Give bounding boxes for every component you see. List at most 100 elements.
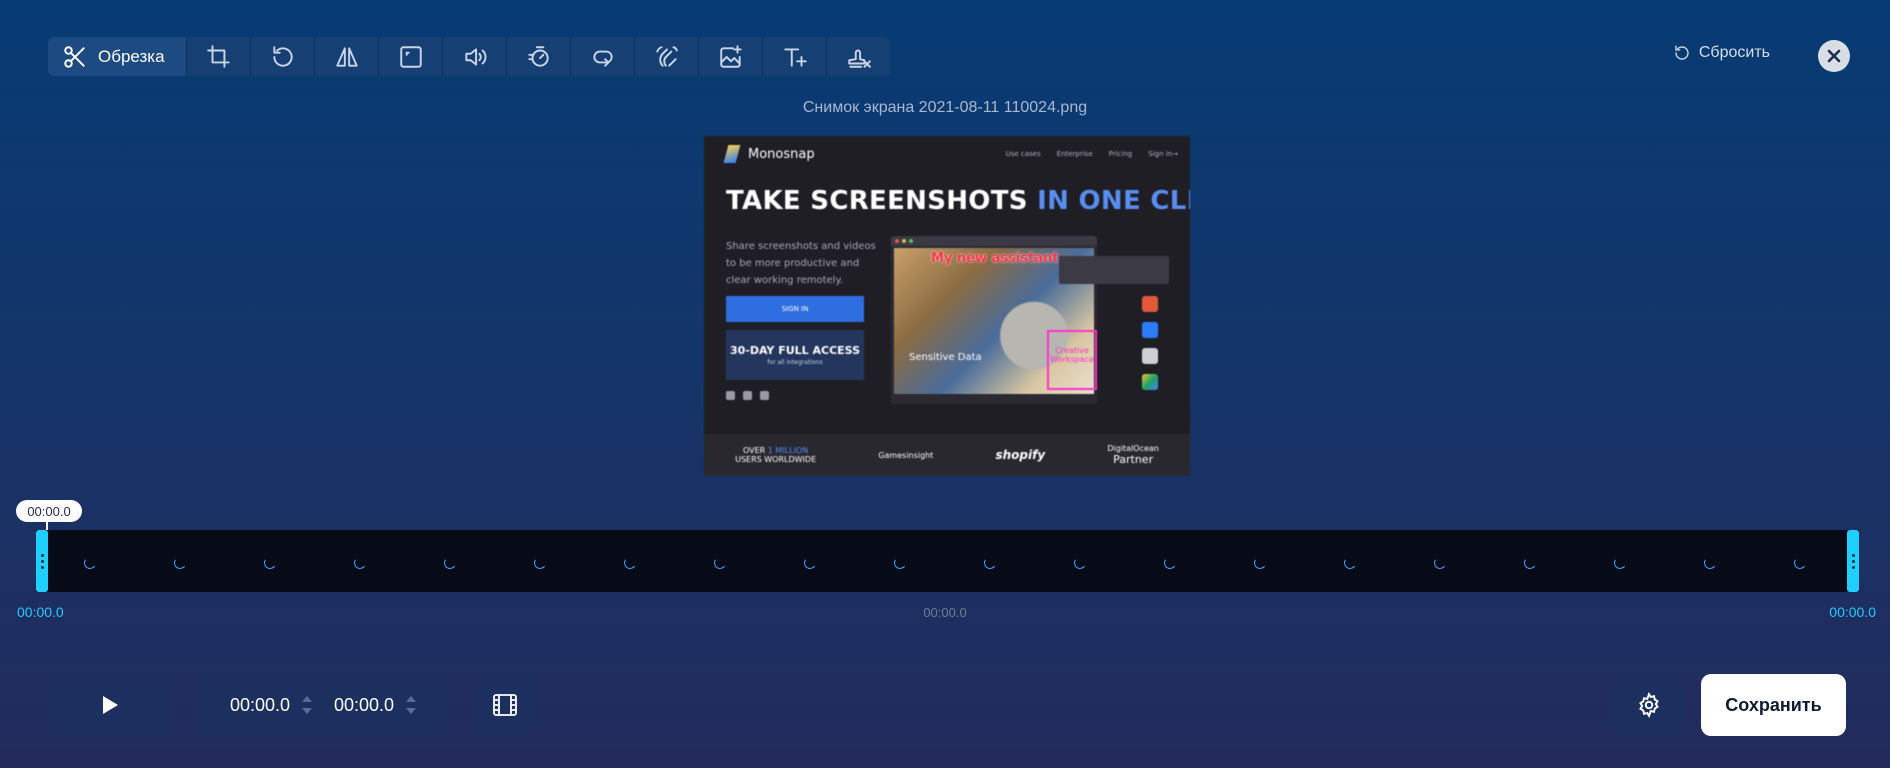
end-time-stepper[interactable]: [406, 696, 417, 714]
preview-toast: [1059, 256, 1169, 284]
tool-remove-watermark[interactable]: [826, 37, 890, 76]
volume-icon: [464, 47, 486, 66]
trim-end-handle[interactable]: [1847, 530, 1859, 592]
loading-icon: [623, 556, 637, 570]
add-text-icon: [783, 47, 807, 67]
tool-trim[interactable]: Обрезка: [48, 37, 186, 76]
timeline-mid-time: 00:00.0: [923, 605, 967, 620]
start-time-value[interactable]: 00:00.0: [230, 695, 290, 716]
tool-volume[interactable]: [442, 37, 506, 76]
preview-digitalocean: DigitalOcean Partner: [1107, 444, 1159, 466]
start-time-field[interactable]: 00:00.0: [230, 695, 312, 716]
stepper-up-icon[interactable]: [302, 696, 312, 702]
end-time-value[interactable]: 00:00.0: [334, 695, 394, 716]
loading-icon: [173, 556, 187, 570]
preview-nav-link: Sign in→: [1148, 150, 1178, 158]
tool-add-image[interactable]: [698, 37, 762, 76]
undo-icon: [1675, 45, 1689, 60]
trim-start-handle[interactable]: [36, 530, 48, 592]
preview-users: OVER 1 MILLION USERS WORLDWIDE: [735, 446, 816, 464]
preview-access-sub: for all integrations: [767, 359, 823, 366]
preview-access-box: 30-DAY FULL ACCESS for all integrations: [726, 330, 864, 380]
reset-label: Сбросить: [1698, 44, 1770, 61]
tool-flip[interactable]: [314, 37, 378, 76]
preview-app-bar: [891, 236, 1097, 246]
tool-crop[interactable]: [186, 37, 250, 76]
editor-toolbar: Обрезка: [48, 37, 890, 76]
close-icon: [1827, 49, 1841, 63]
tool-speed[interactable]: [506, 37, 570, 76]
preview-footer-million: 1 MILLION: [767, 446, 809, 455]
scissors-icon: [64, 45, 85, 68]
stepper-down-icon[interactable]: [302, 708, 312, 714]
preview-headline-part1: TAKE SCREENSHOTS: [726, 186, 1028, 216]
preview-nav-link: Pricing: [1108, 150, 1133, 158]
loading-icon: [1523, 556, 1537, 570]
loading-icon: [893, 556, 907, 570]
apple-icon: [726, 391, 735, 400]
loading-icon: [1163, 556, 1177, 570]
loading-icon: [1253, 556, 1267, 570]
playhead-time-bubble: 00:00.0: [16, 500, 82, 522]
loading-icon: [1433, 556, 1447, 570]
close-button[interactable]: [1818, 40, 1850, 72]
loading-icon: [1703, 556, 1717, 570]
windows-icon: [743, 391, 752, 400]
remove-watermark-icon: [847, 49, 871, 68]
preview-nav-links: Use cases Enterprise Pricing Sign in→: [1006, 150, 1178, 158]
stepper-up-icon[interactable]: [406, 696, 417, 702]
loading-icon: [353, 556, 367, 570]
wave-icon: [655, 45, 678, 67]
sftp-icon: [1142, 348, 1158, 364]
tool-resize[interactable]: [378, 37, 442, 76]
preview-signin: SIGN IN: [726, 296, 864, 322]
tool-trim-label: Обрезка: [98, 46, 165, 66]
loading-icon: [443, 556, 457, 570]
tool-wave[interactable]: [634, 37, 698, 76]
end-time-field[interactable]: 00:00.0: [334, 695, 417, 716]
gear-icon: [1639, 692, 1659, 718]
preview-annotation-assistant: My new assistant: [931, 251, 1059, 266]
film-icon: [493, 694, 517, 716]
loading-icon: [1793, 556, 1807, 570]
frame-mode-button[interactable]: [474, 674, 536, 736]
speed-icon: [527, 45, 549, 67]
preview-nav-link: Use cases: [1005, 150, 1041, 158]
preview-footer: OVER 1 MILLION USERS WORLDWIDE Gamesinsi…: [704, 434, 1190, 476]
preview-access-title: 30-DAY FULL ACCESS: [729, 344, 861, 357]
preview-nav-link: Enterprise: [1056, 150, 1093, 158]
preview-footer-users: USERS WORLDWIDE: [735, 455, 817, 464]
preview-brand: Monosnap: [748, 146, 815, 162]
start-time-stepper[interactable]: [302, 696, 312, 714]
preview-annotation-sensitive: Sensitive Data: [909, 352, 982, 363]
loading-icon: [1613, 556, 1627, 570]
rotate-icon: [272, 45, 293, 67]
preview-footer-logo2: shopify: [995, 448, 1046, 462]
tool-add-text[interactable]: [762, 37, 826, 76]
resize-icon: [399, 45, 422, 68]
loading-icon: [1073, 556, 1087, 570]
loading-icon: [983, 556, 997, 570]
preview-os-icons: [726, 391, 769, 400]
save-button[interactable]: Сохранить: [1701, 674, 1846, 736]
play-button[interactable]: [48, 674, 172, 736]
tool-loop[interactable]: [570, 37, 634, 76]
chrome-icon: [760, 391, 769, 400]
reset-button[interactable]: Сбросить: [1673, 44, 1770, 62]
monosnap-logo-icon: [723, 145, 741, 163]
preview-footer-logo3: DigitalOcean: [1107, 444, 1159, 453]
crop-icon: [206, 44, 230, 68]
settings-button[interactable]: [1612, 674, 1686, 736]
flip-icon: [335, 46, 358, 67]
preview-nav: Monosnap Use cases Enterprise Pricing Si…: [723, 144, 1178, 164]
loading-icon: [1343, 556, 1357, 570]
tool-rotate[interactable]: [250, 37, 314, 76]
add-image-icon: [719, 44, 742, 68]
loading-icon: [83, 556, 97, 570]
preview-headline-part2: IN ONE CLICK: [1037, 186, 1190, 216]
stepper-down-icon[interactable]: [406, 708, 417, 714]
loop-icon: [592, 50, 613, 67]
timeline-track[interactable]: [36, 530, 1859, 592]
preview-footer-logo3-sub: Partner: [1113, 453, 1154, 466]
file-name: Снимок экрана 2021-08-11 110024.png: [802, 99, 1088, 116]
